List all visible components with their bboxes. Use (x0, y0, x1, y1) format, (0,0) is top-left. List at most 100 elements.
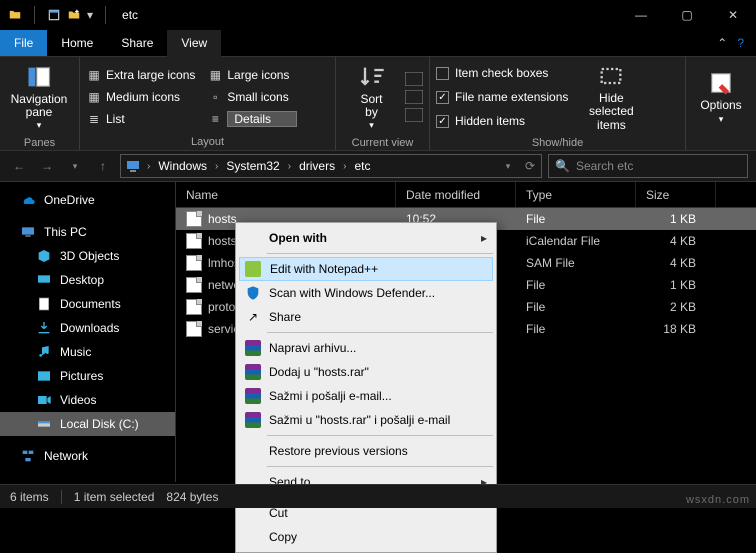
options-button[interactable]: Options ▾ (692, 61, 750, 133)
breadcrumb[interactable]: › Windows› System32› drivers› etc ▾ ⟳ (120, 154, 542, 178)
menu-sazmi-hosts-email[interactable]: Sažmi u "hosts.rar" i pošalji e-mail (239, 408, 493, 432)
search-input[interactable]: 🔍 Search etc (548, 154, 748, 178)
ribbon-collapse-icon[interactable]: ⌃ (717, 36, 727, 50)
address-bar: ← → ▾ ↑ › Windows› System32› drivers› et… (0, 150, 756, 182)
add-columns-icon[interactable] (405, 90, 423, 104)
layout-gallery[interactable]: ▦Extra large icons ▦Large icons ▦Medium … (86, 65, 297, 129)
col-date: Date modified (396, 182, 516, 207)
list-icon: ≣ (86, 111, 102, 127)
group-label-currentview: Current view (336, 137, 429, 151)
tab-view[interactable]: View (167, 30, 221, 56)
title-bar: ▾ etc ― ▢ ✕ (0, 0, 756, 30)
small-icons-icon: ▫ (207, 89, 223, 105)
refresh-button[interactable]: ⟳ (519, 155, 541, 177)
sort-by-button[interactable]: Sort by ▾ (342, 61, 401, 133)
forward-button[interactable]: → (36, 155, 58, 177)
pane-icon (25, 63, 53, 91)
extra-large-icons-icon: ▦ (86, 67, 102, 83)
ribbon: Navigation pane ▾ Panes ▦Extra large ico… (0, 56, 756, 150)
col-size: Size (636, 182, 716, 207)
winrar-icon (244, 339, 262, 357)
menu-open-with[interactable]: Open with▸ (239, 226, 493, 250)
tree-thispc[interactable]: This PC (0, 220, 175, 244)
item-check-boxes-toggle[interactable]: Item check boxes (436, 63, 568, 83)
up-button[interactable]: ↑ (92, 155, 114, 177)
properties-icon[interactable] (47, 8, 61, 22)
pc-icon (125, 158, 141, 174)
file-icon (186, 321, 202, 337)
tab-home[interactable]: Home (47, 30, 107, 56)
defender-icon (244, 284, 262, 302)
winrar-icon (244, 411, 262, 429)
tree-downloads[interactable]: Downloads (0, 316, 175, 340)
file-icon (186, 255, 202, 271)
status-bytes: 824 bytes (166, 490, 218, 504)
file-icon (186, 233, 202, 249)
size-columns-icon[interactable] (405, 108, 423, 122)
window-title: etc (118, 8, 138, 22)
search-icon: 🔍 (555, 159, 570, 173)
medium-icons-icon: ▦ (86, 89, 102, 105)
menu-napravi-arhivu[interactable]: Napravi arhivu... (239, 336, 493, 360)
menu-sazmi-email[interactable]: Sažmi i pošalji e-mail... (239, 384, 493, 408)
tree-pictures[interactable]: Pictures (0, 364, 175, 388)
crumb-system32[interactable]: System32 (224, 159, 281, 173)
menu-dodaj-hosts-rar[interactable]: Dodaj u "hosts.rar" (239, 360, 493, 384)
qat-dropdown-icon[interactable]: ▾ (87, 8, 93, 22)
file-icon (186, 211, 202, 227)
tree-localdisk[interactable]: Local Disk (C:) (0, 412, 175, 436)
tree-documents[interactable]: Documents (0, 292, 175, 316)
status-item-count: 6 items (10, 490, 49, 504)
tab-share[interactable]: Share (107, 30, 167, 56)
tree-videos[interactable]: Videos (0, 388, 175, 412)
maximize-button[interactable]: ▢ (664, 0, 710, 30)
nav-tree[interactable]: OneDrive This PC 3D Objects Desktop Docu… (0, 182, 176, 482)
tree-onedrive[interactable]: OneDrive (0, 188, 175, 212)
group-label-panes: Panes (0, 137, 79, 151)
notepadpp-icon (245, 261, 261, 277)
menu-scan-defender[interactable]: Scan with Windows Defender... (239, 281, 493, 305)
group-by-icon[interactable] (405, 72, 423, 86)
group-label-showhide: Show/hide (430, 137, 685, 151)
col-type: Type (516, 182, 636, 207)
status-bar: 6 items 1 item selected 824 bytes (0, 484, 756, 508)
winrar-icon (244, 387, 262, 405)
details-icon: ≡ (207, 111, 223, 127)
status-selected: 1 item selected (74, 490, 155, 504)
minimize-button[interactable]: ― (618, 0, 664, 30)
tree-music[interactable]: Music (0, 340, 175, 364)
address-dropdown-icon[interactable]: ▾ (497, 155, 519, 177)
tree-3dobjects[interactable]: 3D Objects (0, 244, 175, 268)
back-button[interactable]: ← (8, 155, 30, 177)
file-icon (186, 299, 202, 315)
winrar-icon (244, 363, 262, 381)
share-icon: ↗ (244, 308, 262, 326)
sort-icon (358, 63, 386, 91)
file-name-extensions-toggle[interactable]: ✓File name extensions (436, 87, 568, 107)
navigation-pane-button[interactable]: Navigation pane ▾ (6, 61, 72, 133)
menu-copy[interactable]: Copy (239, 525, 493, 549)
menu-restore-versions[interactable]: Restore previous versions (239, 439, 493, 463)
folder-icon (8, 8, 22, 22)
help-icon[interactable]: ? (737, 36, 744, 50)
large-icons-icon: ▦ (207, 67, 223, 83)
recent-locations-button[interactable]: ▾ (64, 155, 86, 177)
crumb-windows[interactable]: Windows (156, 159, 209, 173)
tree-network[interactable]: Network (0, 444, 175, 468)
hide-icon (597, 62, 625, 90)
options-icon (707, 69, 735, 97)
menu-edit-notepadpp[interactable]: Edit with Notepad++ (239, 257, 493, 281)
menu-share[interactable]: ↗Share (239, 305, 493, 329)
tree-desktop[interactable]: Desktop (0, 268, 175, 292)
new-folder-icon[interactable] (67, 8, 81, 22)
group-label-layout: Layout (80, 136, 335, 150)
close-button[interactable]: ✕ (710, 0, 756, 30)
hide-selected-items-button[interactable]: Hide selected items (578, 61, 644, 133)
tab-file[interactable]: File (0, 30, 47, 56)
column-headers[interactable]: Name Date modified Type Size (176, 182, 756, 208)
file-icon (186, 277, 202, 293)
crumb-drivers[interactable]: drivers (297, 159, 337, 173)
ribbon-tabs: File Home Share View ⌃ ? (0, 30, 756, 56)
hidden-items-toggle[interactable]: ✓Hidden items (436, 111, 568, 131)
crumb-etc[interactable]: etc (352, 159, 372, 173)
